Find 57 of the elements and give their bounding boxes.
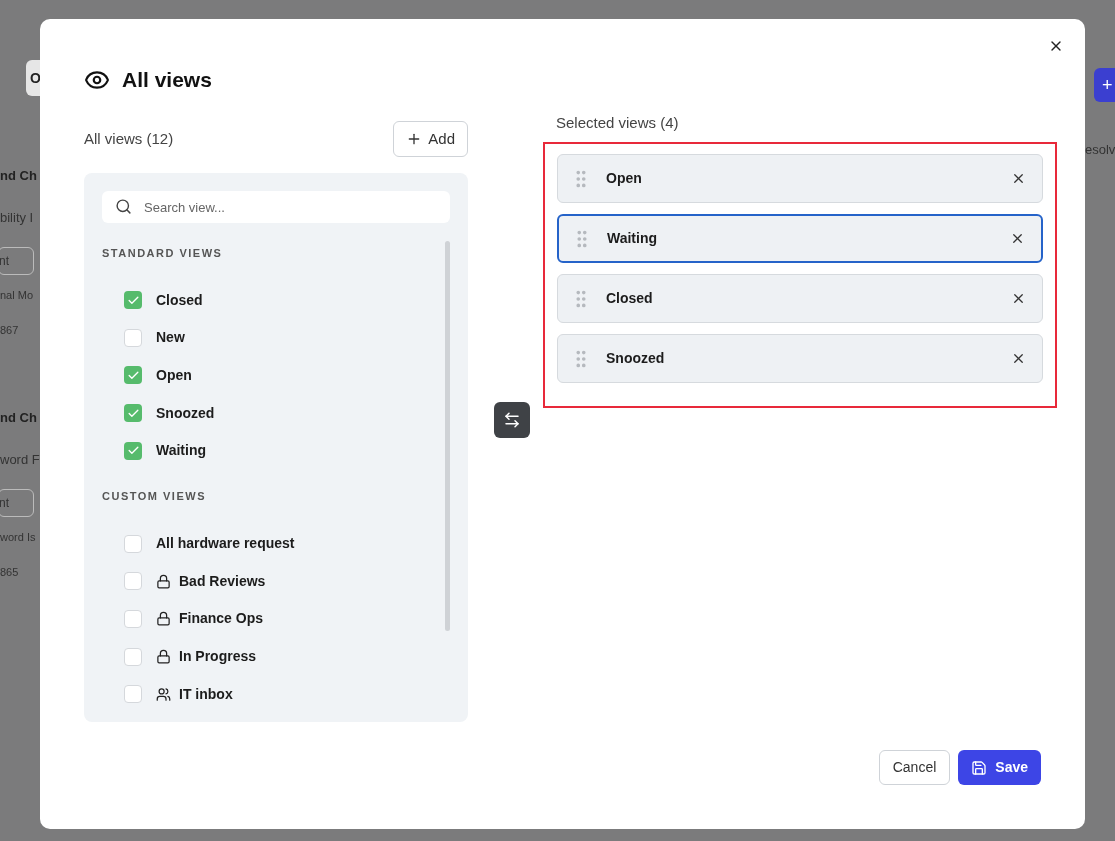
checkbox[interactable] (124, 534, 142, 553)
background-title: nd Ch (0, 409, 37, 427)
dialog-title: All views (122, 67, 212, 94)
background-line: bility I (0, 208, 34, 227)
view-label: IT inbox (179, 684, 233, 704)
background-chip: nt (0, 489, 34, 517)
view-label: New (156, 328, 185, 348)
checkbox[interactable] (124, 404, 142, 423)
checkbox[interactable] (124, 441, 142, 460)
add-button[interactable]: Add (393, 121, 468, 157)
background-line: word F (0, 450, 40, 469)
background-meta: 865 (0, 564, 19, 580)
view-label: Waiting (607, 229, 659, 248)
section-heading: All views (12) (84, 128, 174, 149)
selected-view-item[interactable]: Closed (557, 274, 1043, 323)
users-icon (156, 686, 171, 702)
background-meta: 867 (0, 322, 19, 338)
view-label: Snoozed (606, 349, 666, 368)
swap-button[interactable] (494, 402, 530, 438)
view-label: All hardware request (156, 534, 295, 554)
lock-icon (156, 573, 171, 589)
background-title: nd Ch (0, 167, 37, 185)
section-title: CUSTOM VIEWS (102, 489, 207, 505)
background-tag: nal Mo (0, 287, 34, 304)
background-chip: nt (0, 247, 34, 275)
checkbox[interactable] (124, 647, 142, 666)
view-label: Bad Reviews (179, 571, 266, 591)
lock-icon (156, 649, 171, 665)
checkbox[interactable] (124, 685, 142, 704)
view-label: Finance Ops (179, 609, 264, 629)
search-icon (115, 198, 132, 215)
selected-view-item[interactable]: Open (557, 154, 1043, 203)
checkbox[interactable] (124, 366, 142, 385)
view-label: Open (156, 366, 192, 385)
section-title: STANDARD VIEWS (102, 246, 224, 261)
cancel-button[interactable]: Cancel (878, 750, 951, 785)
selected-view-item[interactable]: Snoozed (557, 334, 1043, 383)
checkbox[interactable] (124, 572, 142, 591)
background-tag: word Is (0, 529, 36, 546)
save-button[interactable]: Save (958, 750, 1041, 785)
check-icon (126, 369, 140, 382)
view-label: Snoozed (156, 403, 215, 423)
view-label: Waiting (156, 441, 207, 461)
checkbox[interactable] (124, 328, 142, 347)
view-label: Open (606, 169, 643, 188)
add-button-background: + (1094, 68, 1115, 102)
swap-icon (503, 411, 521, 429)
selected-view-item[interactable]: Waiting (557, 214, 1043, 263)
view-label: In Progress (179, 647, 257, 667)
section-heading: Selected views (4) (556, 114, 679, 131)
view-label: Closed (606, 289, 654, 308)
checkbox[interactable] (124, 291, 142, 310)
background-text: esolv (1085, 141, 1115, 159)
lock-icon (156, 611, 171, 627)
view-label: Closed (156, 290, 203, 310)
checkbox[interactable] (124, 609, 142, 628)
search-field[interactable]: Search view... (102, 191, 450, 223)
